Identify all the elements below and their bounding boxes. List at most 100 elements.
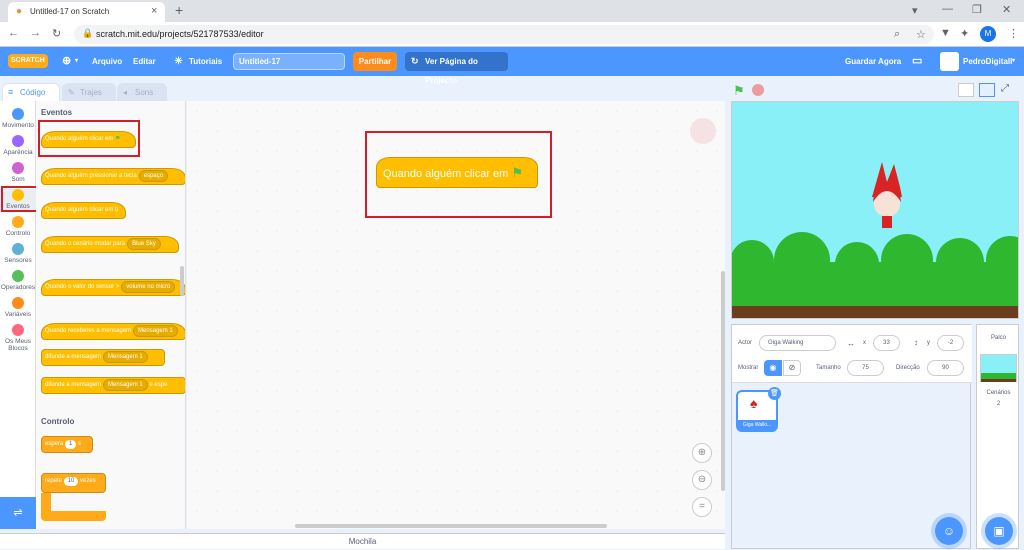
reload-icon[interactable]: ↻ xyxy=(52,27,61,40)
category-label: Aparência xyxy=(3,149,33,156)
category-dot-icon xyxy=(12,108,24,120)
category-controlo[interactable]: Controlo xyxy=(0,216,36,237)
block-when-key-pressed[interactable]: Quando alguém pressionar a tecla espaço xyxy=(41,168,185,185)
share-button[interactable]: Partilhar xyxy=(353,52,397,71)
block-label: Quando o valor do sensor xyxy=(45,284,115,290)
category-os-meus-blocos[interactable]: Os Meus Blocos xyxy=(0,324,36,352)
message-dropdown[interactable]: Mensagem 1 xyxy=(133,325,178,337)
block-label: difunde a mensagem xyxy=(45,354,102,360)
zoom-icon[interactable]: ⌕ xyxy=(894,28,900,41)
zoom-in-button[interactable]: ⊕ xyxy=(692,443,712,463)
choose-sprite-button[interactable]: ☺ xyxy=(935,517,963,545)
menu-arquivo[interactable]: Arquivo xyxy=(92,47,122,76)
category-operadores[interactable]: Operadores xyxy=(0,270,36,291)
tab-costumes[interactable]: ✎ Trajes xyxy=(62,83,116,101)
category-sensores[interactable]: Sensores xyxy=(0,243,36,264)
size-input[interactable]: 75 xyxy=(847,360,884,376)
message-dropdown[interactable]: Mensagem 1 xyxy=(103,379,148,391)
highlight-eventos-category xyxy=(1,186,38,212)
key-dropdown[interactable]: espaço xyxy=(138,170,169,182)
chrome-menu-icon[interactable]: ⋮ xyxy=(1008,27,1019,40)
stage-canvas[interactable] xyxy=(731,101,1019,319)
block-when-backdrop-switches[interactable]: Quando o cenário mudar para Blue Sky xyxy=(41,236,179,253)
account-chevron-icon[interactable]: ▾ xyxy=(1012,47,1015,76)
user-avatar[interactable] xyxy=(940,52,959,71)
profile-avatar[interactable]: M xyxy=(980,26,996,42)
back-icon[interactable]: ← xyxy=(8,27,19,39)
close-window-icon[interactable]: ✕ xyxy=(1002,3,1011,16)
block-wait[interactable]: espera 1 s xyxy=(41,436,93,453)
category-movimento[interactable]: Movimento xyxy=(0,108,36,129)
menu-tutoriais[interactable]: Tutoriais xyxy=(189,47,222,76)
delete-sprite-icon[interactable]: 🗑 xyxy=(768,387,781,400)
small-stage-icon[interactable] xyxy=(958,83,974,97)
omnibox[interactable]: 🔒 scratch.mit.edu/projects/521787533/edi… xyxy=(74,25,934,44)
actor-name-input[interactable]: Giga Walking xyxy=(759,335,836,351)
username[interactable]: PedroDigitalI xyxy=(963,47,1012,76)
category-variaveis[interactable]: Variáveis xyxy=(0,297,36,318)
new-tab-icon[interactable]: + xyxy=(175,2,183,18)
menu-editar[interactable]: Editar xyxy=(133,47,156,76)
tab-code[interactable]: ≡ Código xyxy=(2,83,60,102)
backdrop-dropdown[interactable]: Blue Sky xyxy=(127,238,161,250)
palette-scrollbar[interactable] xyxy=(180,266,184,296)
see-project-page-button[interactable]: ↻ Ver Página do Projecto xyxy=(405,52,508,85)
block-label: Quando alguém clicar em ti xyxy=(45,207,119,213)
save-now-button[interactable]: Guardar Agora xyxy=(845,47,901,76)
block-when-sprite-clicked[interactable]: Quando alguém clicar em ti xyxy=(41,202,126,219)
backpack-bar[interactable]: Mochila xyxy=(0,533,725,549)
block-broadcast[interactable]: difunde a mensagem Mensagem 1 xyxy=(41,349,165,366)
block-broadcast-and-wait[interactable]: difunde a mensagem Mensagem 1 e espe xyxy=(41,377,185,394)
tab-search-icon[interactable]: ▾ xyxy=(912,4,918,17)
wait-seconds-input[interactable]: 1 xyxy=(65,440,77,449)
choose-backdrop-button[interactable]: ▣ xyxy=(985,517,1013,545)
y-input[interactable]: -2 xyxy=(937,335,964,351)
stop-icon[interactable] xyxy=(752,84,764,96)
hide-eye-icon[interactable]: ⊘ xyxy=(783,360,801,376)
show-eye-icon[interactable]: ◉ xyxy=(764,360,782,376)
block-repeat[interactable]: repete 10 vezes xyxy=(41,473,106,493)
zoom-reset-button[interactable]: = xyxy=(692,497,712,517)
fullscreen-icon[interactable]: ⤢ xyxy=(1001,83,1009,94)
sprite-pane: Actor Giga Walking ↔ x 33 ↕ y -2 Mostrar… xyxy=(731,324,972,549)
block-when-sensor-value[interactable]: Quando o valor do sensor > volume no micr… xyxy=(41,279,185,296)
globe-icon[interactable]: ⊕ xyxy=(62,47,71,76)
tab-title: Untitled-17 on Scratch xyxy=(30,7,110,16)
close-tab-icon[interactable]: × xyxy=(151,5,157,17)
forward-icon[interactable]: → xyxy=(30,27,41,39)
category-dot-icon xyxy=(12,243,24,255)
add-extension-button[interactable]: ⇌ xyxy=(0,497,36,529)
repeat-count-input[interactable]: 10 xyxy=(63,477,79,486)
direction-label: Direcção xyxy=(896,365,920,371)
category-menu: Movimento Aparência Som Eventos Controlo… xyxy=(0,101,36,498)
x-input[interactable]: 33 xyxy=(873,335,900,351)
puzzle-icon[interactable]: ✦ xyxy=(960,27,969,40)
stage-selector[interactable]: Palco Cenários 2 ▣ xyxy=(976,324,1019,549)
sprite-watermark xyxy=(690,118,716,144)
minimize-icon[interactable]: — xyxy=(942,3,953,15)
block-when-receive-message[interactable]: Quando receberes a mensagem Mensagem 1 xyxy=(41,323,185,340)
sprite-info: Actor Giga Walking ↔ x 33 ↕ y -2 Mostrar… xyxy=(732,325,972,383)
message-dropdown[interactable]: Mensagem 1 xyxy=(103,351,148,363)
my-stuff-folder-icon[interactable]: ▭ xyxy=(912,47,922,76)
maximize-icon[interactable]: ❐ xyxy=(972,3,982,16)
tab-sounds[interactable]: ◂ Sons xyxy=(117,83,167,101)
direction-input[interactable]: 90 xyxy=(927,360,964,376)
large-stage-icon[interactable] xyxy=(979,83,995,97)
browser-tab[interactable]: ● Untitled-17 on Scratch × xyxy=(8,2,165,22)
workspace-hscrollbar[interactable] xyxy=(295,524,607,528)
palette-heading-controlo: Controlo xyxy=(41,417,75,426)
brush-icon: ✎ xyxy=(68,88,75,97)
category-aparencia[interactable]: Aparência xyxy=(0,135,36,156)
block-palette: Eventos Quando alguém clicar em ⚑ Quando… xyxy=(36,101,186,529)
zoom-out-button[interactable]: ⊖ xyxy=(692,470,712,490)
workspace-vscrollbar[interactable] xyxy=(721,271,725,491)
sensor-dropdown[interactable]: volume no micro xyxy=(121,281,176,293)
extension-icon[interactable]: ▼ xyxy=(940,27,951,39)
scratch-logo[interactable]: SCRATCH xyxy=(8,54,48,68)
size-label: Tamanho xyxy=(816,365,841,371)
project-title-input[interactable] xyxy=(233,53,345,70)
bookmark-star-icon[interactable]: ☆ xyxy=(916,28,926,41)
category-som[interactable]: Som xyxy=(0,162,36,183)
green-flag-run-icon[interactable]: ⚑ xyxy=(733,83,745,99)
